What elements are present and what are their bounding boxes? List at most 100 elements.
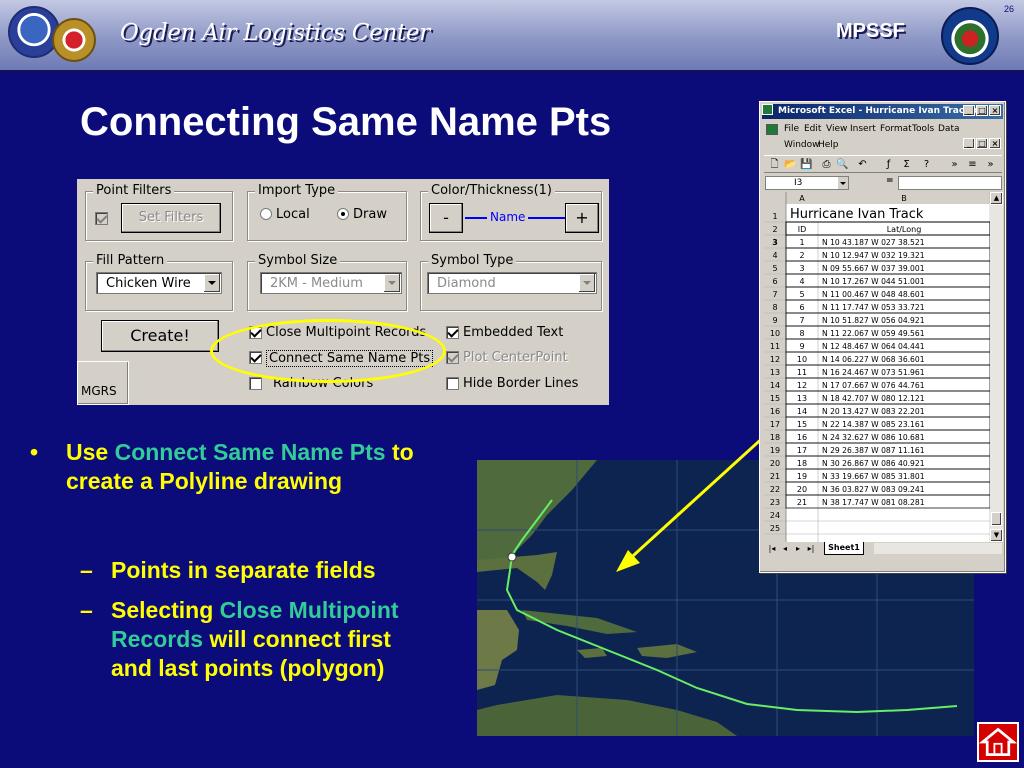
thickness-plus-button[interactable]: + [565,203,599,233]
id-cell: 14 [797,407,807,416]
id-cell: 13 [797,394,807,403]
hide-border-lines-checkbox[interactable] [446,377,459,390]
header-right-label: MPSSF [836,20,905,42]
help-icon[interactable]: ? [920,158,933,171]
doc-close-icon[interactable]: × [989,138,1001,149]
row-number: 17 [770,420,780,429]
menu-item-data[interactable]: Data [938,124,960,134]
latlong-cell: N 29 26.387 W 087 11.161 [822,446,925,455]
menu-item-insert[interactable]: Insert [850,124,876,134]
mgrs-tab-label: MGRS [81,384,117,398]
row-number: 10 [770,329,780,338]
id-cell: 1 [799,238,804,247]
import-draw-label: Draw [353,207,387,222]
menu-item-help[interactable]: Help [818,140,839,150]
prev-sheet-icon[interactable]: ◂ [779,543,791,554]
formula-bar[interactable] [898,176,1002,190]
symbol-type-select[interactable]: Diamond [427,272,597,294]
id-cell: 15 [797,420,807,429]
point-filters-checkbox[interactable] [95,212,108,225]
latlong-cell: N 20 13.427 W 083 22.201 [822,407,925,416]
sheet-tab-sheet1[interactable]: Sheet1 [824,542,864,555]
first-sheet-icon[interactable]: |◂ [766,543,778,554]
latlong-cell: N 10 51.827 W 056 04.921 [822,316,925,325]
minimize-icon[interactable]: _ [963,105,975,116]
undo-icon[interactable]: ↶ [856,158,869,171]
create-button[interactable]: Create! [101,320,219,352]
chevron-down-icon[interactable] [579,274,595,292]
id-cell: 11 [797,368,807,377]
menu-item-format[interactable]: Format [880,124,912,134]
autosum-icon[interactable]: Σ [900,158,913,171]
print-icon[interactable]: ⎙ [820,158,833,171]
new-file-icon[interactable]: 🗋 [768,158,781,171]
bullet-main-highlight: Connect Same Name Pts [114,439,386,465]
menu-item-tools[interactable]: Tools [912,124,934,134]
horizontal-scrollbar[interactable] [874,543,1002,554]
next-sheet-icon[interactable]: ▸ [792,543,804,554]
row-number: 15 [770,394,780,403]
row-number: 12 [770,355,780,364]
open-folder-icon[interactable]: 📂 [784,158,797,171]
id-cell: 5 [799,290,804,299]
plot-centerpoint-checkbox[interactable] [446,351,459,364]
row-number: 21 [770,472,780,481]
doc-restore-icon[interactable]: □ [976,138,988,149]
column-header-b: B [901,194,907,203]
save-icon[interactable]: 💾 [800,158,813,171]
mgrs-tab[interactable]: MGRS [77,361,129,405]
maximize-icon[interactable]: □ [976,105,988,116]
sub-bullet-2: Selecting Close Multipoint Records will … [111,596,411,683]
import-draw-radio[interactable] [337,208,349,220]
menu-item-view[interactable]: View [826,124,847,134]
id-cell: 8 [799,329,804,338]
header-title: Ogden Air Logistics Center [120,20,430,46]
import-local-radio[interactable] [260,208,272,220]
row-number: 5 [772,264,777,273]
id-cell: 18 [797,459,807,468]
row-number: 19 [770,446,780,455]
scroll-down-icon[interactable]: ▼ [990,529,1003,542]
plot-centerpoint-label: Plot CenterPoint [463,350,568,365]
column-header-bar [764,192,990,204]
name-box[interactable]: I3 [765,176,849,190]
row-number: 6 [772,277,777,286]
doc-minimize-icon[interactable]: _ [963,138,975,149]
thickness-minus-button[interactable]: - [429,203,463,233]
menu-item-window[interactable]: Window [784,140,820,150]
last-sheet-icon[interactable]: ▸| [805,543,817,554]
vertical-scrollbar[interactable]: ▲ ▼ [990,192,1003,542]
header-banner: Ogden Air Logistics Center MPSSF 26 [0,0,1024,70]
embedded-text-checkbox[interactable] [446,326,459,339]
chevron-down-icon[interactable] [384,274,400,292]
chevron-down-icon[interactable] [204,274,220,292]
workbook-icon [766,124,778,135]
column-header-a: A [799,194,805,203]
latlong-cell: N 11 17.747 W 053 33.721 [822,303,925,312]
toolbar-overflow-icon[interactable]: » [948,158,961,171]
set-filters-button[interactable]: Set Filters [121,203,221,233]
sub-bullet-2-prefix: Selecting [111,597,220,623]
slide-title: Connecting Same Name Pts [80,100,612,144]
spreadsheet-grid[interactable]: A B12345678910111213141516171819202122232… [764,192,990,542]
home-icon[interactable] [977,722,1019,762]
print-preview-icon[interactable]: 🔍 [836,158,849,171]
toolbar-overflow-icon[interactable]: » [984,158,997,171]
symbol-size-select[interactable]: 2KM - Medium [260,272,402,294]
menu-item-edit[interactable]: Edit [804,124,821,134]
align-icon[interactable]: ≡ [966,158,979,171]
close-icon[interactable]: × [989,105,1001,116]
id-cell: 2 [799,251,804,260]
fill-pattern-select[interactable]: Chicken Wire [96,272,222,294]
slide-number: 26 [1004,4,1015,14]
excel-app-icon [762,104,773,115]
id-cell: 16 [797,433,807,442]
chevron-down-icon[interactable] [838,177,848,189]
header-divider [0,70,1024,73]
menu-item-file[interactable]: File [784,124,799,134]
rainbow-colors-checkbox[interactable] [249,377,262,390]
scroll-up-icon[interactable]: ▲ [990,192,1003,205]
function-icon[interactable]: ƒ [882,158,895,171]
scroll-thumb[interactable] [991,512,1002,526]
id-cell: 7 [799,316,804,325]
